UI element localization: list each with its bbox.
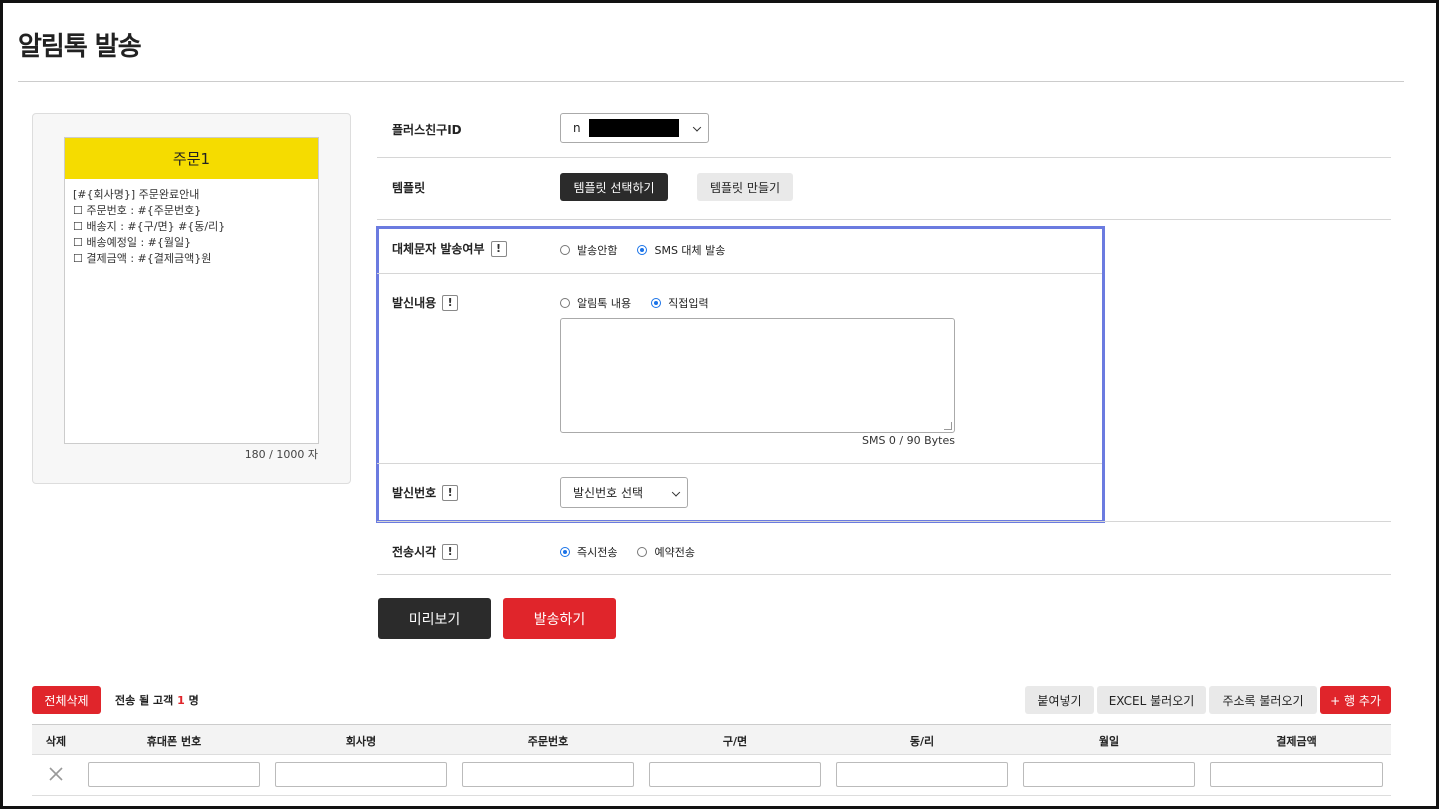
radio-icon[interactable] [637, 547, 648, 557]
radio-send-scheduled[interactable]: 예약전송 [637, 544, 695, 560]
send-time-radio-group: 즉시전송 예약전송 [560, 544, 715, 560]
preview-header: 주문1 [65, 138, 318, 179]
radio-selected-icon[interactable] [651, 298, 662, 308]
template-label: 템플릿 [392, 181, 426, 195]
alt-sms-label: 대체문자 발송여부 ! [392, 240, 507, 257]
column-header: 동/리 [909, 734, 935, 748]
radio-direct-input[interactable]: 직접입력 [651, 295, 709, 311]
message-content-textarea[interactable] [560, 318, 955, 433]
divider [377, 273, 1102, 274]
info-icon[interactable]: ! [442, 543, 459, 560]
select-template-button[interactable]: 템플릿 선택하기 [560, 173, 668, 201]
table-row-divider [32, 795, 1391, 796]
page-title: 알림톡 발송 [18, 32, 142, 62]
excel-import-button[interactable]: EXCEL 불러오기 [1097, 686, 1206, 714]
radio-selected-icon[interactable] [560, 547, 570, 557]
info-icon[interactable]: ! [490, 240, 507, 257]
column-header: 구/면 [722, 734, 748, 748]
send-time-label: 전송시각 ! [392, 543, 459, 560]
preview-line: ☐ 배송예정일 : #{월일} [73, 236, 192, 249]
resize-handle-icon[interactable] [944, 422, 952, 430]
divider [377, 521, 1391, 522]
column-header: 삭제 [45, 734, 67, 748]
column-header: 월일 [1098, 734, 1120, 748]
column-header: 회사명 [345, 734, 377, 748]
order-number-input[interactable] [462, 762, 634, 787]
plus-friend-select[interactable]: n [560, 113, 709, 143]
sender-number-select[interactable]: 발신번호 선택 [560, 477, 688, 508]
radio-sms-alt-send[interactable]: SMS 대체 발송 [637, 242, 725, 258]
company-name-input[interactable] [275, 762, 447, 787]
divider [377, 463, 1102, 464]
content-radio-group: 알림톡 내용 직접입력 [560, 295, 729, 311]
paste-button[interactable]: 붙여넣기 [1025, 686, 1094, 714]
column-header: 주문번호 [527, 734, 569, 748]
preview-line: ☐ 결제금액 : #{결제금액}원 [73, 252, 212, 265]
sender-number-label: 발신번호 ! [392, 484, 459, 501]
preview-line: ☐ 주문번호 : #{주문번호} [73, 204, 202, 217]
radio-no-send[interactable]: 발송안함 [560, 242, 617, 258]
info-icon[interactable]: ! [442, 484, 459, 501]
chevron-down-icon [671, 487, 681, 497]
send-button[interactable]: 발송하기 [503, 598, 616, 639]
delete-row-icon[interactable] [47, 765, 65, 783]
redacted-id [588, 119, 679, 137]
radio-alimtalk-content[interactable]: 알림톡 내용 [560, 295, 631, 311]
addressbook-import-button[interactable]: 주소록 불러오기 [1209, 686, 1317, 714]
radio-selected-icon[interactable] [637, 245, 648, 255]
radio-send-now[interactable]: 즉시전송 [560, 544, 617, 560]
payment-amount-input[interactable] [1210, 762, 1383, 787]
preview-button[interactable]: 미리보기 [378, 598, 491, 639]
template-preview-card: 주문1 [#{회사명}] 주문완료안내 ☐ 주문번호 : #{주문번호} ☐ 배… [64, 137, 319, 444]
preview-body: [#{회사명}] 주문완료안내 ☐ 주문번호 : #{주문번호} ☐ 배송지 :… [65, 179, 318, 275]
preview-char-count: 180 / 1000 자 [244, 448, 318, 461]
preview-line: ☐ 배송지 : #{구/면} #{동/리} [73, 220, 226, 233]
radio-icon[interactable] [560, 298, 570, 308]
create-template-button[interactable]: 템플릿 만들기 [697, 173, 793, 201]
divider [377, 219, 1391, 220]
alt-sms-radio-group: 발송안함 SMS 대체 발송 [560, 242, 745, 258]
month-day-input[interactable] [1023, 762, 1195, 787]
info-icon[interactable]: ! [442, 294, 459, 311]
divider [377, 574, 1391, 575]
delete-all-button[interactable]: 전체삭제 [32, 686, 101, 714]
title-divider [18, 81, 1404, 82]
preview-line: [#{회사명}] 주문완료안내 [73, 188, 200, 201]
divider [377, 157, 1391, 158]
column-header: 휴대폰 번호 [146, 734, 202, 748]
byte-counter: SMS 0 / 90 Bytes [861, 434, 955, 447]
customer-count: 전송 될 고객 1 명 [115, 694, 199, 707]
plus-friend-label: 플러스친구ID [392, 123, 462, 137]
district-input[interactable] [649, 762, 821, 787]
phone-number-input[interactable] [88, 762, 260, 787]
column-header: 결제금액 [1276, 734, 1317, 748]
radio-icon[interactable] [560, 245, 570, 255]
add-row-button[interactable]: + 행 추가 [1320, 686, 1391, 714]
neighborhood-input[interactable] [836, 762, 1008, 787]
customer-table-header: 삭제 휴대폰 번호 회사명 주문번호 구/면 동/리 월일 결제금액 [32, 724, 1391, 755]
content-label: 발신내용 ! [392, 294, 459, 311]
chevron-down-icon [692, 123, 702, 132]
